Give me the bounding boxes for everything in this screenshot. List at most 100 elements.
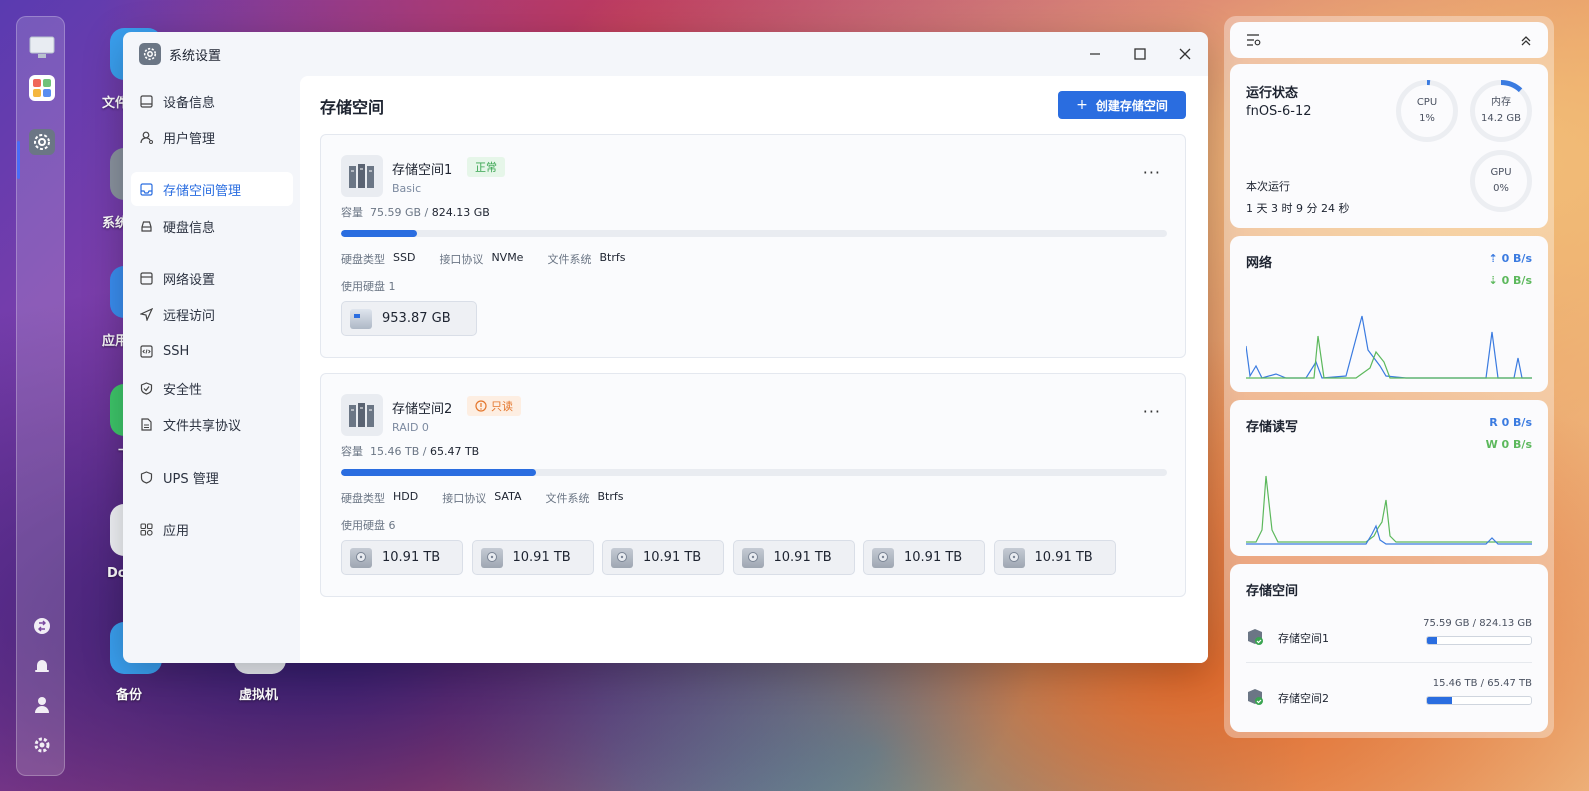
disk-io-title: 存储读写 (1246, 420, 1299, 435)
info-icon (475, 400, 487, 412)
disk-io-widget: 存储读写 R 0 B/s W 0 B/s (1230, 400, 1548, 556)
storage-widget-fill (1427, 637, 1437, 644)
gpu-label: GPU (1490, 167, 1512, 178)
hostname: fnOS-6-12 (1246, 104, 1312, 119)
sidebar-item-remote[interactable]: 远程访问 (131, 297, 293, 331)
hdd-icon (741, 547, 764, 568)
disk-chip[interactable]: 10.91 TB (602, 540, 724, 575)
sidebar-item-label: 用户管理 (163, 131, 216, 147)
shield-icon (139, 381, 153, 395)
capacity-label: 容量 (341, 445, 363, 458)
spec-row: 硬盘类型 HDD 接口协议 SATA 文件系统 Btrfs (341, 490, 647, 506)
desktop-label: 虚拟机 (239, 688, 279, 703)
download-icon: ⇣ (1488, 274, 1498, 287)
minimize-button[interactable] (1083, 42, 1107, 66)
sidebar-item-ups[interactable]: UPS 管理 (131, 460, 293, 494)
storage-widget: 存储空间 存储空间1 75.59 GB / 824.13 GB 存储空间2 15… (1230, 564, 1548, 732)
interface-value: NVMe (491, 251, 524, 264)
capacity-fill (341, 230, 417, 237)
storage-pool-card[interactable]: 存储空间1 正常 Basic ··· 容量 75.59 GB / 824.13 … (320, 134, 1186, 358)
storage-widget-fill (1427, 697, 1452, 704)
close-button[interactable] (1173, 42, 1197, 66)
more-menu-icon[interactable]: ··· (1143, 163, 1161, 182)
pool-name: 存储空间2 (392, 402, 453, 417)
sidebar-item-ssh[interactable]: SSH (131, 334, 293, 368)
hdd-icon (611, 547, 633, 568)
create-storage-button[interactable]: + 创建存储空间 (1058, 91, 1186, 119)
net-download-speed: ⇣ 0 B/s (1489, 274, 1533, 287)
disk-chip[interactable]: 10.91 TB (471, 540, 594, 575)
sidebar-item-label: 存储空间管理 (163, 183, 242, 199)
network-icon (139, 271, 153, 285)
memory-gauge-arc (1470, 80, 1532, 142)
sidebar-item-apps[interactable]: 应用 (131, 512, 293, 546)
disk-read-speed: R 0 B/s (1489, 416, 1532, 429)
maximize-button[interactable] (1128, 42, 1152, 66)
sidebar-item-label: 安全性 (163, 382, 203, 398)
status-text: 只读 (491, 400, 513, 413)
storage-pool-card[interactable]: 存储空间2 只读 RAID 0 ··· 容量 15.46 TB / 65.47 … (320, 373, 1186, 597)
sidebar-item-label: 设备信息 (163, 95, 216, 111)
disk-size: 10.91 TB (382, 550, 441, 565)
storage-widget-row[interactable]: 存储空间2 15.46 TB / 65.47 TB (1246, 676, 1532, 724)
app-center-icon[interactable] (29, 75, 55, 101)
storage-widget-cap: 15.46 TB / 65.47 TB (1432, 678, 1532, 689)
filesystem-value: Btrfs (599, 251, 626, 264)
disk-chip[interactable]: 10.91 TB (341, 540, 463, 575)
interface-label: 接口协议 (442, 492, 487, 505)
server-icon (341, 155, 383, 197)
uptime-label: 本次运行 (1246, 180, 1290, 193)
disk-icon (139, 219, 153, 233)
settings-gear-icon (139, 43, 161, 65)
spec-row: 硬盘类型 SSD 接口协议 NVMe 文件系统 Btrfs (341, 251, 649, 267)
capacity-bar (341, 469, 1167, 476)
disk-size: 10.91 TB (643, 550, 702, 565)
sidebar-item-users[interactable]: 用户管理 (131, 120, 293, 154)
transfer-icon[interactable] (31, 615, 53, 637)
disk-chip[interactable]: 10.91 TB (732, 540, 855, 575)
sidebar-item-storage[interactable]: 存储空间管理 (131, 172, 293, 206)
disk-type-value: SSD (393, 251, 416, 264)
titlebar[interactable]: 系统设置 (123, 32, 1208, 76)
disk-size: 953.87 GB (382, 311, 451, 326)
user-icon[interactable] (31, 694, 53, 716)
net-upload-speed: ⇡ 0 B/s (1489, 252, 1533, 265)
collapse-chevron-icon[interactable] (1520, 32, 1532, 51)
sidebar-item-disk-info[interactable]: 硬盘信息 (131, 209, 293, 243)
sidebar-item-file-sharing[interactable]: 文件共享协议 (131, 407, 293, 441)
disk-size: 10.91 TB (904, 550, 963, 565)
filesystem-label: 文件系统 (545, 492, 590, 505)
remote-icon (139, 307, 153, 321)
widgets-panel: 运行状态 fnOS-6-12 CPU 1% 内存 14.2 GB GPU 0% … (1224, 16, 1554, 738)
network-widget: 网络 ⇡ 0 B/s ⇣ 0 B/s (1230, 236, 1548, 392)
sidebar-item-label: 网络设置 (163, 272, 216, 288)
ssd-icon (350, 308, 372, 329)
gear-icon[interactable] (31, 734, 53, 756)
disk-write-speed: W 0 B/s (1485, 438, 1532, 451)
disk-chip[interactable]: 953.87 GB (341, 301, 477, 336)
storage-widget-bar (1426, 636, 1532, 645)
monitor-app-icon[interactable] (29, 35, 55, 61)
code-icon (139, 344, 153, 358)
desktop-label: 备份 (116, 688, 143, 703)
settings-app-icon[interactable] (29, 129, 55, 155)
storage-widget-row[interactable]: 存储空间1 75.59 GB / 824.13 GB (1246, 616, 1532, 664)
sidebar-item-security[interactable]: 安全性 (131, 371, 293, 405)
sidebar-item-label: SSH (163, 343, 190, 359)
more-menu-icon[interactable]: ··· (1143, 402, 1161, 421)
storage-widget-bar (1426, 696, 1532, 705)
disk-chip[interactable]: 10.91 TB (863, 540, 985, 575)
hdd-icon (1002, 547, 1025, 568)
storage-widget-name: 存储空间2 (1278, 692, 1329, 705)
bell-icon[interactable] (31, 655, 53, 677)
monitor-icon (139, 94, 153, 108)
window-title: 系统设置 (169, 48, 222, 64)
raid-type: Basic (392, 182, 422, 195)
gpu-value: 0% (1493, 183, 1509, 194)
widget-settings-icon[interactable] (1246, 32, 1262, 51)
pool-name: 存储空间1 (392, 163, 453, 178)
sidebar-item-network[interactable]: 网络设置 (131, 261, 293, 295)
cpu-gauge-arc (1396, 80, 1458, 142)
disk-chip[interactable]: 10.91 TB (993, 540, 1116, 575)
sidebar-item-device-info[interactable]: 设备信息 (131, 84, 293, 118)
